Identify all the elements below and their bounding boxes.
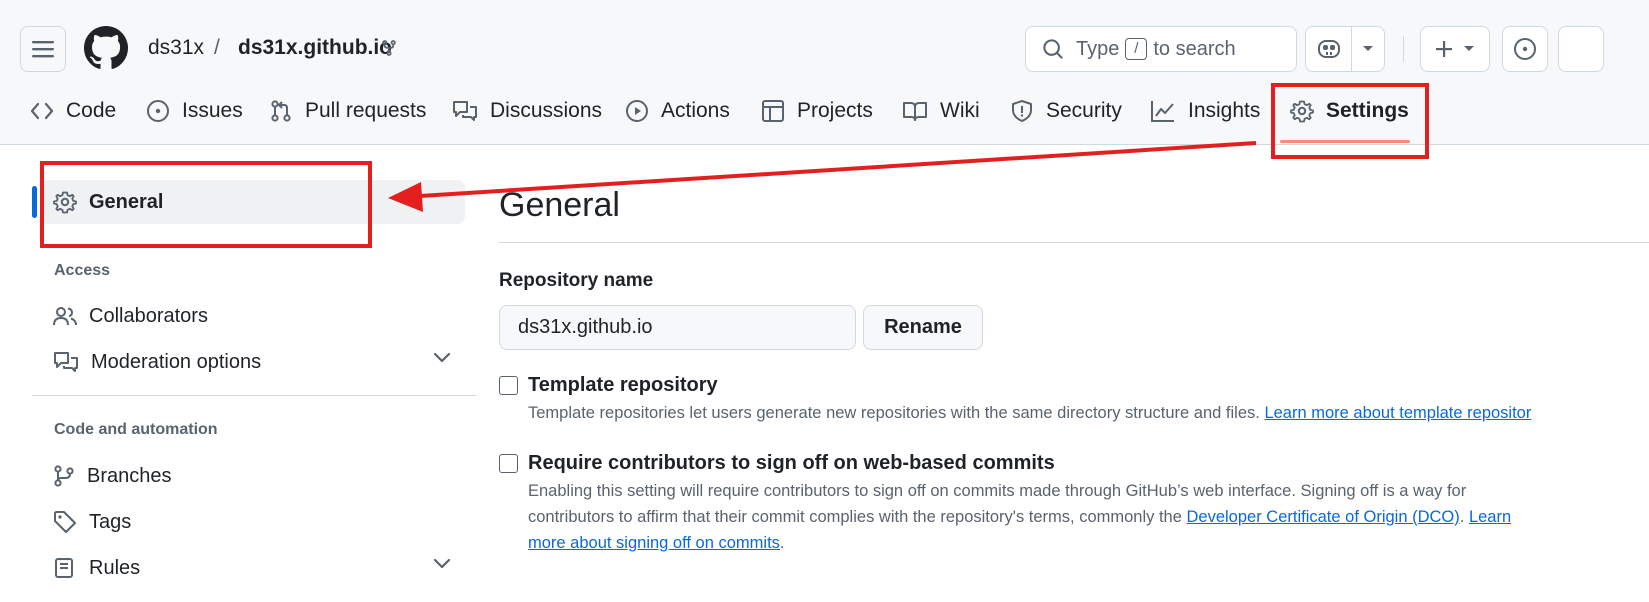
- tab-label: Actions: [661, 99, 730, 122]
- tab-label: Projects: [797, 99, 873, 122]
- period: .: [1459, 508, 1465, 526]
- tab-discussions[interactable]: Discussions: [452, 88, 602, 134]
- signoff-description-line3: more about signing off on commits.: [528, 530, 785, 556]
- tab-security[interactable]: Security: [1010, 88, 1122, 134]
- search-input[interactable]: Type / to search: [1025, 26, 1297, 72]
- graph-icon: [1151, 101, 1174, 122]
- search-placeholder-post: to search: [1153, 37, 1236, 60]
- triangle-down-icon: [1464, 46, 1474, 51]
- tab-label: Discussions: [490, 99, 603, 122]
- discussions-icon: [453, 101, 477, 121]
- shield-icon: [1012, 100, 1032, 122]
- tab-label: Security: [1046, 99, 1122, 122]
- copilot-button-group: [1305, 26, 1385, 72]
- sidebar-heading-code-automation: Code and automation: [54, 421, 218, 438]
- sidebar-item-label: Tags: [89, 510, 132, 533]
- settings-tab-highlight: [1271, 83, 1429, 159]
- hamburger-icon: [32, 41, 54, 58]
- template-learn-more-link[interactable]: Learn more about template repositor: [1264, 404, 1531, 422]
- template-description-text: Template repositories let users generate…: [528, 404, 1260, 422]
- people-icon: [53, 307, 77, 326]
- tab-pull-requests[interactable]: Pull requests: [269, 88, 426, 134]
- signoff-description-text: contributors to affirm that their commit…: [528, 508, 1182, 526]
- sidebar-item-moderation-options[interactable]: Moderation options: [40, 340, 465, 384]
- header-divider: [1403, 36, 1404, 62]
- tab-issues[interactable]: Issues: [146, 88, 243, 134]
- tab-label: Issues: [182, 99, 243, 122]
- tag-icon: [54, 511, 76, 533]
- copilot-button[interactable]: [1306, 27, 1352, 71]
- sidebar-heading-access: Access: [54, 262, 111, 279]
- create-new-button[interactable]: [1420, 26, 1490, 72]
- rules-icon: [55, 558, 73, 578]
- template-repository-title: Template repository: [528, 374, 718, 396]
- repository-name-input[interactable]: [499, 305, 856, 350]
- tab-label: Code: [66, 99, 117, 122]
- play-icon: [626, 100, 648, 122]
- breadcrumb-separator: /: [214, 36, 220, 59]
- dco-link[interactable]: Developer Certificate of Origin (DCO): [1187, 508, 1460, 526]
- template-repository-description: Template repositories let users generate…: [528, 400, 1531, 426]
- rename-button[interactable]: Rename: [863, 305, 983, 350]
- signoff-checkbox[interactable]: [499, 454, 518, 473]
- tab-label: Wiki: [940, 99, 980, 122]
- tab-actions[interactable]: Actions: [625, 88, 730, 134]
- signoff-learn-link-part2[interactable]: more about signing off on commits: [528, 534, 780, 552]
- copilot-dropdown-button[interactable]: [1352, 27, 1384, 71]
- fork-icon: [382, 40, 396, 56]
- chevron-down-icon[interactable]: [433, 352, 451, 364]
- repository-name-label: Repository name: [499, 270, 654, 291]
- signoff-learn-link-part1[interactable]: Learn: [1469, 508, 1511, 526]
- general-item-highlight: [40, 161, 372, 248]
- github-logo-icon[interactable]: [84, 26, 128, 70]
- comment-discussion-icon: [54, 352, 78, 372]
- sidebar-item-collaborators[interactable]: Collaborators: [40, 294, 465, 338]
- search-shortcut-key: /: [1125, 38, 1148, 60]
- page-title: General: [499, 186, 620, 224]
- sidebar-item-label: Branches: [87, 464, 172, 487]
- search-icon: [1043, 39, 1063, 59]
- git-branch-icon: [54, 465, 74, 487]
- issue-icon: [147, 100, 169, 122]
- signoff-title: Require contributors to sign off on web-…: [528, 452, 1055, 474]
- chevron-down-icon[interactable]: [433, 558, 451, 570]
- sidebar-item-label: Rules: [89, 556, 141, 579]
- table-icon: [762, 100, 784, 122]
- book-icon: [903, 102, 927, 121]
- triangle-down-icon: [1363, 46, 1373, 51]
- your-issues-button[interactable]: [1502, 26, 1548, 72]
- menu-button[interactable]: [20, 26, 66, 72]
- tab-projects[interactable]: Projects: [761, 88, 873, 134]
- sidebar-item-branches[interactable]: Branches: [40, 454, 465, 498]
- sidebar-active-indicator: [32, 186, 37, 218]
- tab-label: Insights: [1188, 99, 1261, 122]
- code-icon: [30, 102, 54, 120]
- signoff-description-line1: Enabling this setting will require contr…: [528, 482, 1467, 500]
- template-repository-checkbox[interactable]: [499, 376, 518, 395]
- period: .: [779, 534, 785, 552]
- breadcrumb-owner[interactable]: ds31x: [148, 36, 204, 60]
- pull-requests-button[interactable]: [1558, 26, 1604, 72]
- issue-opened-icon: [1514, 38, 1536, 60]
- tab-label: Pull requests: [305, 99, 427, 122]
- signoff-description-line2: contributors to affirm that their commit…: [528, 504, 1511, 530]
- plus-icon: [1436, 41, 1452, 57]
- sidebar-divider: [32, 395, 476, 396]
- tab-insights[interactable]: Insights: [1150, 88, 1260, 134]
- sidebar-item-tags[interactable]: Tags: [40, 500, 465, 544]
- title-divider: [499, 242, 1649, 243]
- search-placeholder-pre: Type: [1076, 37, 1120, 60]
- copilot-icon: [1317, 40, 1340, 58]
- tab-wiki[interactable]: Wiki: [902, 88, 980, 134]
- pull-request-icon: [271, 100, 291, 122]
- breadcrumb-repo[interactable]: ds31x.github.io: [238, 36, 392, 60]
- tab-code[interactable]: Code: [30, 88, 116, 134]
- sidebar-item-rules[interactable]: Rules: [40, 546, 465, 590]
- sidebar-item-label: Collaborators: [89, 304, 208, 327]
- sidebar-item-label: Moderation options: [91, 350, 262, 373]
